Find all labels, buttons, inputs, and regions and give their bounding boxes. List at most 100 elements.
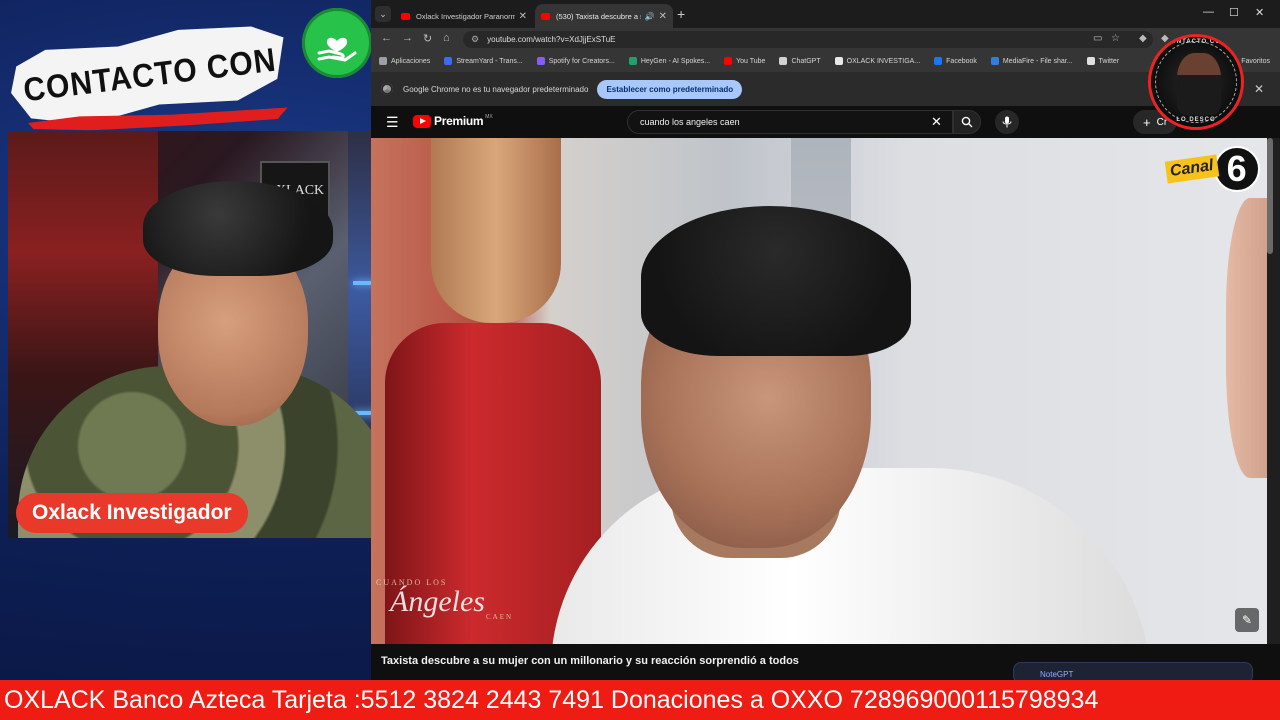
badge-top-text: CONTACTO CON: [1165, 39, 1227, 45]
badge-portrait: [1177, 53, 1221, 115]
youtube-icon: [724, 57, 733, 65]
close-infobar-icon[interactable]: ✕: [1254, 82, 1264, 96]
mic-button[interactable]: [995, 110, 1019, 134]
clear-search-icon[interactable]: ✕: [931, 114, 942, 130]
plus-icon: +: [1143, 114, 1151, 130]
speaker-icon[interactable]: 🔊: [645, 12, 655, 21]
badge-bottom-text: LO DESCO: [1176, 117, 1216, 123]
youtube-logo[interactable]: Premium MX: [413, 114, 493, 128]
canal6-word: Canal: [1164, 154, 1219, 184]
bookmark-item[interactable]: Facebook: [934, 57, 977, 65]
youtube-header: ☰ Premium MX cuando los angeles caen ✕ +…: [371, 106, 1280, 138]
webcam-streamer-beret: [143, 181, 333, 276]
maximize-icon[interactable]: ☐: [1229, 6, 1239, 19]
bookmarks-folder[interactable]: Favoritos: [1241, 58, 1270, 65]
tab-oxlack[interactable]: Oxlack Investigador Paranormal ✕: [395, 4, 533, 28]
x-icon: [1086, 57, 1095, 65]
bookmark-item[interactable]: Aplicaciones: [379, 57, 430, 65]
search-button[interactable]: [953, 110, 981, 134]
apps-grid-icon: [379, 57, 387, 65]
bookmark-item[interactable]: StreamYard - Trans...: [444, 57, 523, 65]
tab-search-button[interactable]: ⌄: [375, 6, 391, 22]
channel-badge-logo: CONTACTO CON LO DESCO: [1148, 34, 1244, 130]
close-tab-icon[interactable]: ✕: [519, 11, 527, 22]
bookmark-label: Twitter: [1098, 57, 1120, 65]
watermark-sub: CAEN: [486, 613, 514, 621]
canal6-number: 6: [1213, 146, 1260, 192]
set-default-button[interactable]: Establecer como predeterminado: [597, 79, 743, 99]
spotify-icon: [536, 57, 545, 65]
reload-icon[interactable]: ↻: [423, 32, 432, 45]
show-watermark: CUANDO LOS Ángeles CAEN: [376, 578, 513, 621]
browser-toolbar: ← → ↻ ⌂ ⚙ youtube.com/watch?v=XdJjjExSTu…: [371, 28, 1280, 50]
youtube-region: MX: [485, 114, 493, 120]
bookmark-item[interactable]: MediaFire - File shar...: [990, 57, 1073, 65]
webcam-feed: OXLACK: [8, 131, 416, 538]
close-window-icon[interactable]: ✕: [1255, 6, 1264, 19]
youtube-favicon-icon: [401, 12, 410, 20]
contact-label: CONTACTO CON: [21, 41, 279, 109]
bookmark-label: HeyGen - AI Spokes...: [640, 57, 711, 65]
forward-icon[interactable]: →: [402, 32, 413, 44]
heygen-icon: [628, 57, 637, 65]
notegpt-panel[interactable]: NoteGPT: [1013, 662, 1253, 680]
home-icon[interactable]: ⌂: [443, 32, 450, 44]
bookmarks-bar: Aplicaciones StreamYard - Trans... Spotify…: [371, 50, 1280, 72]
address-url: youtube.com/watch?v=XdJjjExSTuE: [487, 35, 616, 44]
canal6-logo: Canal 6: [1164, 146, 1260, 192]
tab-title: Oxlack Investigador Paranormal: [416, 11, 515, 21]
extension-icon[interactable]: ◆: [1139, 33, 1147, 44]
minimize-icon[interactable]: —: [1203, 6, 1214, 18]
tab-title: (530) Taxista descubre a su mujer: [556, 11, 641, 21]
browser-window: ⌄ Oxlack Investigador Paranormal ✕ (530)…: [371, 0, 1280, 680]
chatgpt-icon: [779, 57, 788, 65]
donate-heart-hand-icon: [302, 8, 372, 78]
bookmark-item[interactable]: ChatGPT: [779, 57, 821, 65]
bookmark-label: Spotify for Creators...: [548, 57, 615, 65]
youtube-favicon-icon: [541, 12, 550, 20]
bookmark-label: MediaFire - File shar...: [1002, 57, 1073, 65]
back-icon[interactable]: ←: [381, 32, 392, 44]
bookmark-label: ChatGPT: [791, 57, 821, 65]
bookmark-item[interactable]: You Tube: [724, 57, 765, 65]
bookmark-label: You Tube: [736, 57, 766, 65]
page-scrollbar[interactable]: [1267, 138, 1273, 254]
video-mannequin-head: [431, 138, 561, 323]
youtube-logo-text: Premium: [434, 114, 484, 128]
bookmark-label: StreamYard - Trans...: [456, 57, 523, 65]
bookmark-item[interactable]: HeyGen - AI Spokes...: [628, 57, 711, 65]
facebook-icon: [934, 57, 943, 65]
video-man-shirt: [551, 468, 1151, 644]
miniplayer-feather-icon[interactable]: ✎: [1235, 608, 1259, 632]
infobar-text: Google Chrome no es tu navegador predete…: [403, 84, 589, 94]
bookmark-item[interactable]: Spotify for Creators...: [536, 57, 615, 65]
address-bar[interactable]: ⚙ youtube.com/watch?v=XdJjjExSTuE: [463, 31, 1153, 48]
donation-ticker: OXLACK Banco Azteca Tarjeta :5512 3824 2…: [0, 680, 1280, 720]
tiktok-icon: [834, 57, 843, 65]
cast-icon[interactable]: ▭: [1093, 33, 1102, 44]
site-info-icon[interactable]: ⚙: [471, 34, 479, 45]
default-browser-infobar: Google Chrome no es tu navegador predete…: [371, 72, 1280, 106]
search-icon: [961, 116, 973, 128]
video-woman-profile: [1226, 198, 1267, 478]
video-player[interactable]: Canal 6 CUANDO LOS Ángeles CAEN ✎: [371, 138, 1267, 644]
youtube-play-icon: [413, 114, 431, 128]
video-title: Taxista descubre a su mujer con un millo…: [381, 655, 799, 667]
video-info: Taxista descubre a su mujer con un millo…: [371, 644, 1280, 680]
tab-video[interactable]: (530) Taxista descubre a su mujer 🔊 ✕: [535, 4, 673, 28]
bookmark-item[interactable]: OXLACK INVESTIGA...: [834, 57, 921, 65]
close-tab-icon[interactable]: ✕: [659, 11, 667, 22]
menu-icon[interactable]: ☰: [386, 114, 399, 131]
bookmark-star-icon[interactable]: ☆: [1111, 33, 1120, 44]
new-tab-button[interactable]: +: [677, 6, 685, 22]
bookmark-label: OXLACK INVESTIGA...: [846, 57, 921, 65]
tab-strip: ⌄ Oxlack Investigador Paranormal ✕ (530)…: [371, 0, 1280, 28]
streamer-name-tag: Oxlack Investigador: [16, 493, 248, 533]
search-input[interactable]: cuando los angeles caen: [627, 110, 953, 134]
bookmark-label: Aplicaciones: [391, 57, 431, 65]
bookmark-label: Facebook: [946, 57, 977, 65]
chrome-icon: [381, 83, 393, 95]
mediafire-icon: [990, 57, 999, 65]
bookmark-item[interactable]: Twitter: [1086, 57, 1120, 65]
streamyard-icon: [444, 57, 453, 65]
